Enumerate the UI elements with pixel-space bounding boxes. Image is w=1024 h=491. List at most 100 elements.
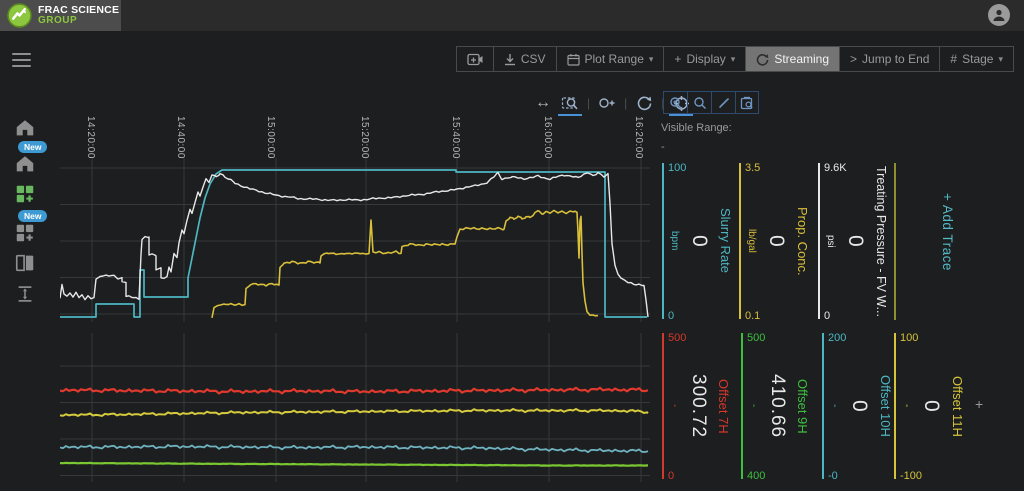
axis-line	[818, 163, 820, 319]
trace-name: Offset 7H	[716, 378, 731, 434]
trace-column-slurry-rate[interactable]: 100 0 bpm 0 Slurry Rate	[662, 160, 736, 322]
download-icon	[504, 53, 516, 66]
plot-range-label: Plot Range	[584, 52, 644, 66]
dashboard-add-icon[interactable]	[14, 183, 36, 205]
trace-unit: -	[748, 404, 759, 408]
trace-column-offset-9h[interactable]: 500 400 - 410.66 Offset 9H	[741, 330, 819, 482]
visible-range-label: Visible Range:	[661, 122, 732, 134]
trace-column-offset-7h[interactable]: 500 0 - 300.72 Offset 7H	[662, 330, 739, 482]
time-tick: 16:20:00	[633, 116, 644, 159]
time-tick: 15:00:00	[265, 116, 276, 159]
trace-value: 0	[688, 234, 711, 248]
refresh-icon	[756, 53, 769, 66]
time-tick: 14:40:00	[175, 116, 186, 159]
home-icon[interactable]	[14, 117, 36, 139]
caret-down-icon: ▾	[730, 53, 736, 64]
axis-line	[822, 333, 824, 479]
trace-name: Prop. Conc.	[795, 206, 810, 276]
jump-to-end-button[interactable]: > Jump to End	[839, 46, 940, 72]
separator: |	[624, 96, 628, 110]
video-export-icon	[467, 53, 483, 66]
trace-name: Offset 10H	[878, 375, 893, 437]
trace-unit: -	[829, 404, 840, 408]
main-toolbar: CSV Plot Range ▾ + Display ▾ Streaming >…	[455, 46, 1014, 72]
vertical-range-icon[interactable]	[14, 283, 36, 305]
add-trace-button[interactable]: + Add Trace	[940, 193, 955, 271]
export-video-button[interactable]	[455, 46, 493, 72]
trace-name: Treating Pressure - FV W...	[874, 165, 888, 317]
axis-line	[662, 333, 664, 479]
trace-column-offset-10h[interactable]: 200 -0 - 0 Offset 10H	[822, 330, 893, 482]
journal-book-icon[interactable]	[14, 252, 36, 274]
trace-value: 0	[765, 234, 788, 248]
trace-value: 300.72	[688, 373, 709, 439]
axis-line	[739, 163, 741, 319]
trace-unit: -	[901, 404, 912, 408]
axis-line	[741, 333, 743, 479]
trace-column-offset-11h[interactable]: 100 -100 - 0 Offset 11H	[894, 330, 966, 482]
csv-download-button[interactable]: CSV	[492, 46, 556, 72]
display-label: Display	[686, 52, 726, 66]
trace-unit: lb/gal	[746, 229, 757, 253]
stage-button[interactable]: # Stage ▾	[939, 46, 1014, 72]
trace-value: 0	[844, 234, 867, 248]
time-tick: 15:20:00	[359, 116, 370, 159]
user-avatar[interactable]	[988, 4, 1010, 26]
csv-label: CSV	[520, 52, 546, 66]
streaming-label: Streaming	[774, 52, 830, 66]
time-tick: 15:40:00	[450, 116, 461, 159]
axis-zoom-icon[interactable]	[597, 93, 617, 113]
offset-pressure-chart-plot[interactable]	[60, 333, 650, 482]
top-bar: FRAC SCIENCE GROUP	[0, 0, 1024, 31]
trace-name: Offset 11H	[950, 375, 965, 437]
plus-icon: +	[674, 52, 682, 66]
treatment-chart-plot[interactable]	[60, 158, 650, 322]
hash-icon: #	[950, 52, 958, 66]
menu-hamburger-icon[interactable]	[12, 53, 31, 71]
trace-unit: -	[669, 404, 680, 408]
caret-down-icon: ▾	[648, 53, 654, 64]
new-badge: New	[18, 210, 48, 222]
streaming-button[interactable]: Streaming	[745, 46, 840, 72]
dashboard-add-new-icon[interactable]	[14, 222, 36, 244]
reset-zoom-icon[interactable]	[634, 93, 654, 113]
chevron-right-icon: >	[850, 52, 858, 66]
time-tick: 16:00:00	[542, 116, 553, 159]
trace-unit: psi	[825, 234, 836, 248]
separator: |	[587, 96, 591, 110]
trace-value: 0	[848, 399, 871, 413]
axis-line	[662, 163, 664, 319]
zoom-in-button[interactable]	[663, 91, 687, 114]
box-zoom-icon[interactable]	[558, 93, 582, 116]
trace-column-treating-pressure[interactable]: 9.6K 0 psi 0 Treating Pressure - FV W...	[818, 160, 892, 322]
trace-column-prop-conc[interactable]: 3.5 0.1 lb/gal 0 Prop. Conc.	[739, 160, 815, 322]
trace-name: Offset 9H	[795, 378, 810, 434]
caret-down-icon: ▾	[998, 53, 1003, 64]
new-badge: New	[18, 141, 48, 153]
left-sidebar: New New	[0, 31, 50, 491]
time-tick: 14:20:00	[85, 116, 96, 159]
trace-unit: bpm	[669, 231, 680, 251]
calendar-icon	[566, 53, 580, 66]
expand-range-button[interactable]	[711, 91, 735, 114]
zoom-out-button[interactable]	[687, 91, 711, 114]
person-icon	[993, 9, 1005, 21]
display-button[interactable]: + Display ▾	[663, 46, 746, 72]
visible-range-value: -	[661, 140, 665, 153]
brand-sub: GROUP	[38, 14, 78, 26]
panel-divider	[894, 163, 896, 320]
trace-value: 0	[920, 399, 943, 413]
brand-logo: FRAC SCIENCE GROUP	[0, 0, 121, 31]
add-trace-plus-button[interactable]: +	[975, 396, 983, 412]
trace-name: Slurry Rate	[718, 208, 733, 274]
frac-science-logo-icon	[7, 3, 32, 28]
home-new-icon[interactable]	[14, 153, 36, 175]
zoom-button-group	[663, 91, 759, 114]
jump-to-end-label: Jump to End	[862, 52, 930, 66]
plot-range-button[interactable]: Plot Range ▾	[555, 46, 664, 72]
stage-label: Stage	[962, 52, 994, 66]
visible-range: Visible Range: -	[661, 119, 732, 156]
range-search-button[interactable]	[735, 91, 759, 114]
pan-horizontal-icon[interactable]: ↔	[533, 93, 553, 113]
trace-value: 410.66	[767, 373, 788, 439]
